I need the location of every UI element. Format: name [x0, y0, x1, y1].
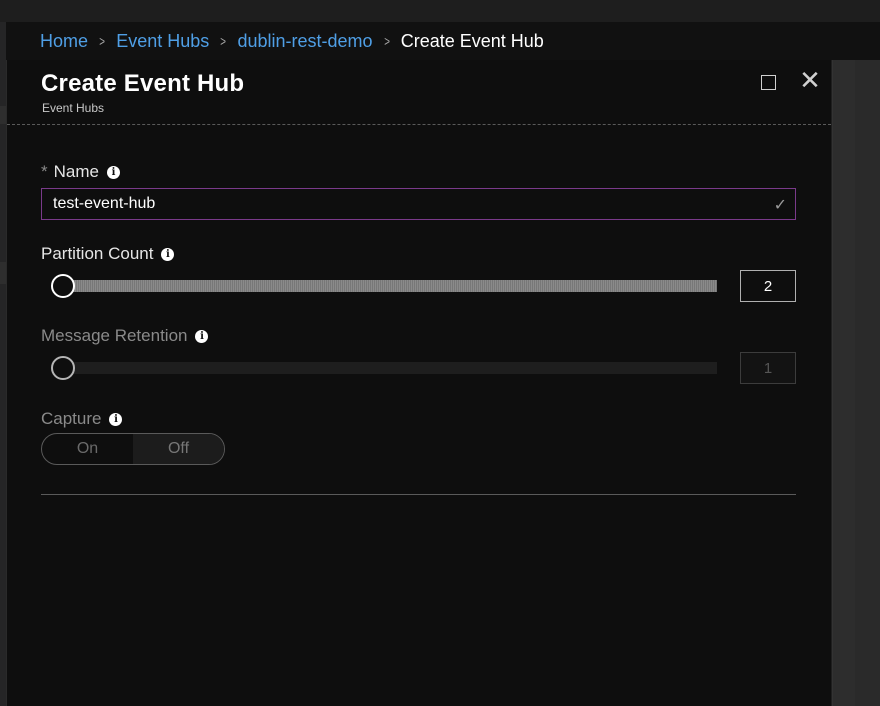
checkmark-icon: ✓: [773, 195, 787, 214]
capture-on-option[interactable]: On: [42, 434, 133, 464]
info-icon[interactable]: i: [106, 165, 120, 179]
name-label-text: Name: [53, 162, 99, 181]
capture-label: Capture i: [41, 409, 123, 429]
breadcrumb-event-hubs[interactable]: Event Hubs: [116, 31, 209, 52]
blade-subtitle: Event Hubs: [42, 101, 105, 115]
capture-toggle[interactable]: On Off: [41, 433, 225, 465]
capture-label-text: Capture: [41, 409, 102, 428]
message-retention-slider-thumb: [51, 356, 75, 380]
partition-count-slider-track[interactable]: [55, 280, 717, 292]
partition-count-label: Partition Count i: [41, 244, 175, 264]
partition-count-input[interactable]: 2: [740, 270, 796, 302]
partition-count-label-text: Partition Count: [41, 244, 154, 263]
info-icon[interactable]: i: [161, 247, 175, 261]
message-retention-label: Message Retention i: [41, 326, 209, 346]
chevron-right-icon: >: [383, 33, 390, 49]
name-input[interactable]: test-event-hub ✓: [41, 188, 796, 220]
close-icon[interactable]: ✕: [799, 68, 821, 94]
message-retention-input: 1: [740, 352, 796, 384]
background-blade-edge: [832, 60, 855, 706]
chevron-right-icon: >: [220, 33, 227, 49]
message-retention-slider-track: [55, 362, 717, 374]
background-blade: [832, 60, 880, 706]
name-input-value: test-event-hub: [53, 195, 156, 212]
partition-count-slider-thumb[interactable]: [51, 274, 75, 298]
blade-title: Create Event Hub: [41, 70, 245, 97]
maximize-icon[interactable]: [759, 73, 777, 91]
create-event-hub-blade: Create Event Hub Event Hubs ✕ * Name i t…: [6, 60, 831, 706]
breadcrumb-home[interactable]: Home: [40, 31, 88, 52]
divider: [41, 494, 796, 495]
breadcrumb-current: Create Event Hub: [400, 30, 544, 51]
message-retention-label-text: Message Retention: [41, 326, 188, 345]
breadcrumb-namespace[interactable]: dublin-rest-demo: [237, 31, 372, 52]
chevron-right-icon: >: [99, 33, 105, 49]
info-icon[interactable]: i: [109, 412, 123, 426]
capture-off-option[interactable]: Off: [133, 434, 224, 464]
required-marker: *: [41, 162, 48, 181]
breadcrumb: Home > Event Hubs > dublin-rest-demo > C…: [6, 22, 880, 60]
top-strip: [0, 0, 880, 22]
name-label: * Name i: [41, 162, 120, 182]
info-icon[interactable]: i: [195, 329, 209, 343]
blade-header: Create Event Hub Event Hubs ✕: [7, 60, 831, 125]
